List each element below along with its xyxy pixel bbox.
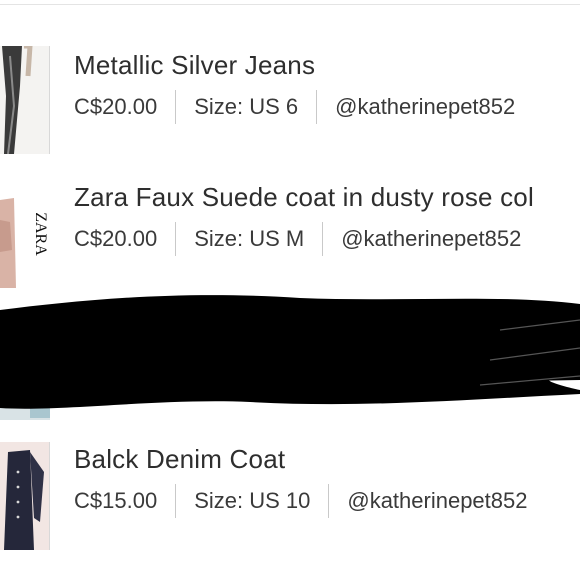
listing-title[interactable]: Balck Denim Coat bbox=[74, 444, 285, 475]
listing-meta: C$20.00 Size: US M @katherinepet852 bbox=[74, 222, 521, 256]
listing-thumbnail[interactable]: ZARA bbox=[0, 180, 50, 288]
listing-row[interactable]: Metallic Silver Jeans C$20.00 Size: US 6… bbox=[0, 44, 580, 156]
listing-thumbnail[interactable] bbox=[0, 46, 50, 154]
listing-size: Size: US M bbox=[194, 226, 305, 251]
listing-price: C$20.00 bbox=[74, 94, 158, 119]
meta-separator bbox=[328, 484, 330, 518]
seller-link[interactable]: @katherinepet852 bbox=[335, 94, 515, 120]
listing-price: C$20.00 bbox=[74, 226, 158, 251]
redacted-listing bbox=[0, 290, 580, 420]
zara-logo: ZARA bbox=[32, 212, 49, 256]
listing-meta: C$15.00 Size: US 10 @katherinepet852 bbox=[74, 484, 527, 518]
top-divider bbox=[0, 4, 580, 5]
listing-title[interactable]: Zara Faux Suede coat in dusty rose col bbox=[74, 182, 534, 213]
listing-size: Size: US 10 bbox=[194, 488, 311, 513]
listing-price: C$15.00 bbox=[74, 488, 158, 513]
seller-link[interactable]: @katherinepet852 bbox=[341, 226, 521, 252]
listing-title[interactable]: Metallic Silver Jeans bbox=[74, 50, 315, 81]
meta-separator bbox=[316, 90, 318, 124]
meta-separator bbox=[175, 90, 177, 124]
listing-row[interactable]: ZARA Zara Faux Suede coat in dusty rose … bbox=[0, 176, 580, 288]
listing-thumbnail[interactable] bbox=[0, 442, 50, 550]
meta-separator bbox=[322, 222, 324, 256]
listing-meta: C$20.00 Size: US 6 @katherinepet852 bbox=[74, 90, 515, 124]
meta-separator bbox=[175, 222, 177, 256]
listing-row[interactable]: Balck Denim Coat C$15.00 Size: US 10 @ka… bbox=[0, 438, 580, 550]
meta-separator bbox=[175, 484, 177, 518]
listing-size: Size: US 6 bbox=[194, 94, 299, 119]
seller-link[interactable]: @katherinepet852 bbox=[347, 488, 527, 514]
